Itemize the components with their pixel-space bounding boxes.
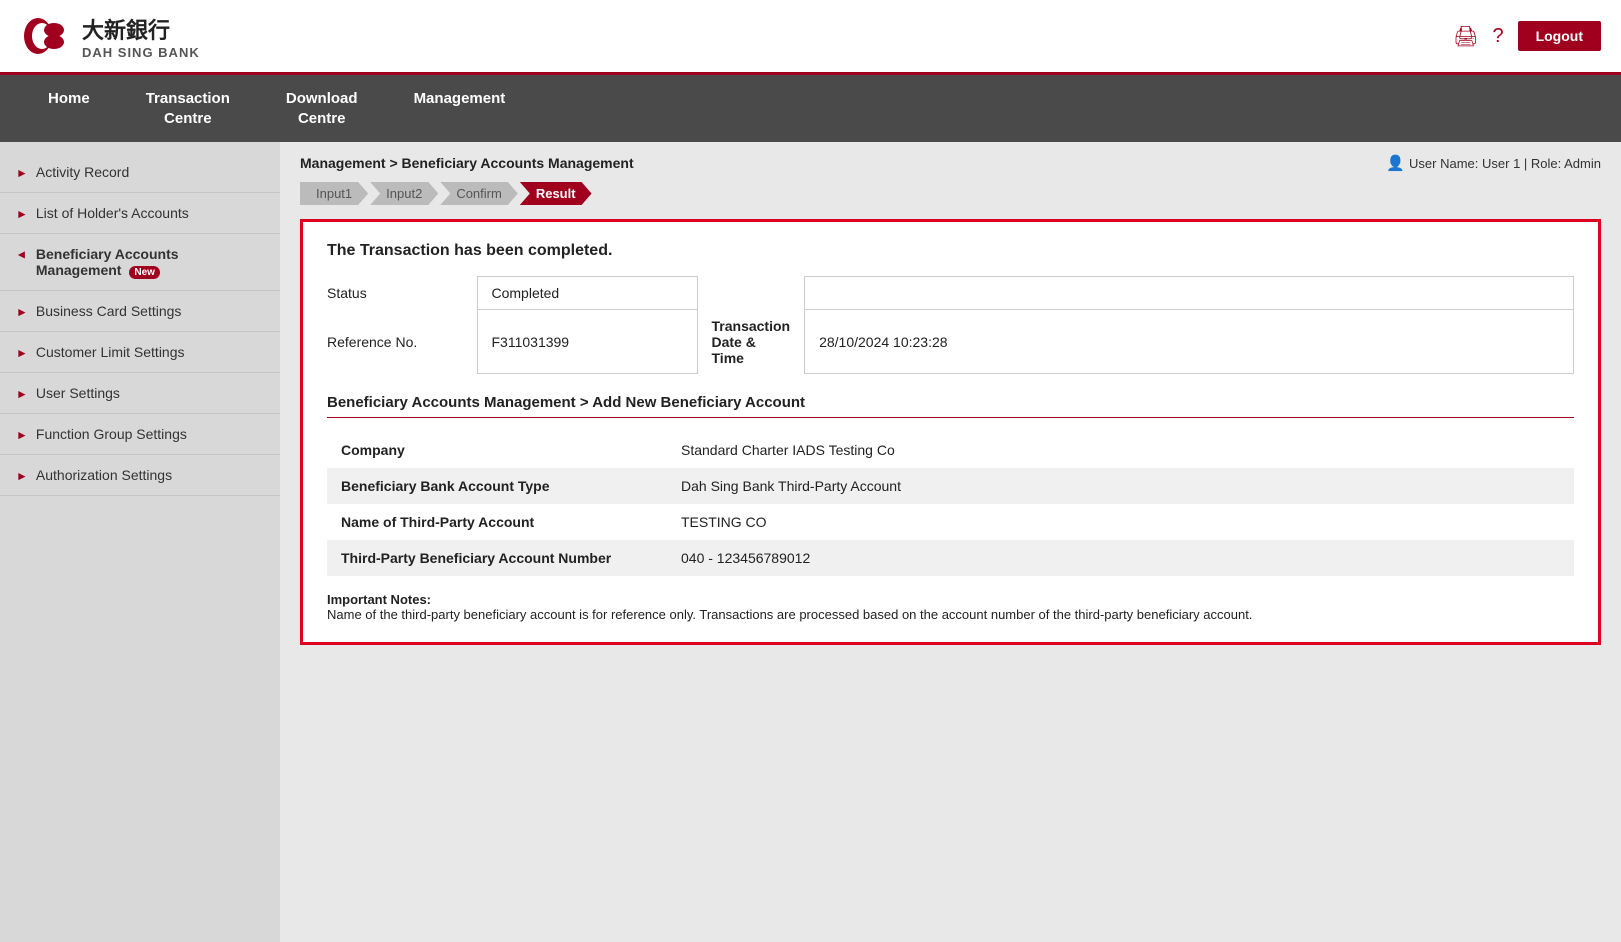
sidebar-item-customer-limit[interactable]: ► Customer Limit Settings — [0, 332, 280, 373]
top-header: 大新銀行 DAH SING BANK 🖨 ? Logout — [0, 0, 1621, 75]
nav-bar: Home TransactionCentre DownloadCentre Ma… — [0, 75, 1621, 142]
tx-date-value-top — [805, 277, 1574, 310]
step-input1[interactable]: Input1 — [300, 182, 368, 205]
bank-name-cn: 大新銀行 — [82, 13, 200, 45]
sidebar-label-user-settings: User Settings — [36, 385, 120, 401]
content-area: Management > Beneficiary Accounts Manage… — [280, 142, 1621, 942]
notes-title: Important Notes: — [327, 592, 431, 607]
sidebar-label-function-group: Function Group Settings — [36, 426, 187, 442]
help-icon[interactable]: ? — [1492, 25, 1503, 48]
nav-home[interactable]: Home — [20, 75, 118, 142]
notes-section: Important Notes: Name of the third-party… — [327, 592, 1574, 622]
tx-date-label: Transaction Date & Time — [697, 310, 805, 374]
arrow-icon: ► — [16, 387, 28, 401]
bank-logo-icon — [20, 10, 72, 62]
step-confirm[interactable]: Confirm — [440, 182, 518, 205]
bank-name-en: DAH SING BANK — [82, 45, 200, 60]
nav-management[interactable]: Management — [386, 75, 534, 142]
status-label: Status — [327, 277, 477, 310]
notes-text: Name of the third-party beneficiary acco… — [327, 607, 1252, 622]
sidebar-label-list-of-holder: List of Holder's Accounts — [36, 205, 189, 221]
sidebar: ► Activity Record ► List of Holder's Acc… — [0, 142, 280, 942]
sidebar-item-activity-record[interactable]: ► Activity Record — [0, 152, 280, 193]
main-layout: ► Activity Record ► List of Holder's Acc… — [0, 142, 1621, 942]
sidebar-label-beneficiary-accounts: Beneficiary Accounts Management New — [36, 246, 264, 278]
status-value: Completed — [477, 277, 697, 310]
print-icon[interactable]: 🖨 — [1453, 24, 1478, 49]
user-icon: 👤 — [1386, 154, 1405, 172]
nav-download-centre[interactable]: DownloadCentre — [258, 75, 386, 142]
sidebar-item-list-of-holder[interactable]: ► List of Holder's Accounts — [0, 193, 280, 234]
sidebar-label-activity-record: Activity Record — [36, 164, 129, 180]
header-actions: 🖨 ? Logout — [1453, 21, 1601, 51]
detail-value-account-number: 040 - 123456789012 — [667, 540, 1574, 576]
logout-button[interactable]: Logout — [1518, 21, 1601, 51]
status-table: Status Completed Reference No. F31103139… — [327, 276, 1574, 374]
sidebar-item-authorization[interactable]: ► Authorization Settings — [0, 455, 280, 496]
detail-label-account-number: Third-Party Beneficiary Account Number — [327, 540, 667, 576]
detail-value-bank-account-type: Dah Sing Bank Third-Party Account — [667, 468, 1574, 504]
table-row: Name of Third-Party Account TESTING CO — [327, 504, 1574, 540]
sidebar-item-user-settings[interactable]: ► User Settings — [0, 373, 280, 414]
content-top: Management > Beneficiary Accounts Manage… — [300, 154, 1601, 172]
user-info: 👤 User Name: User 1 | Role: Admin — [1386, 154, 1601, 172]
arrow-icon: ► — [16, 166, 28, 180]
detail-label-bank-account-type: Beneficiary Bank Account Type — [327, 468, 667, 504]
table-row: Company Standard Charter IADS Testing Co — [327, 432, 1574, 468]
detail-value-company: Standard Charter IADS Testing Co — [667, 432, 1574, 468]
arrow-icon: ► — [16, 469, 28, 483]
tx-date-value: 28/10/2024 10:23:28 — [805, 310, 1574, 374]
arrow-icon: ► — [16, 346, 28, 360]
logo-area: 大新銀行 DAH SING BANK — [20, 10, 200, 62]
detail-label-name-third-party: Name of Third-Party Account — [327, 504, 667, 540]
details-table: Company Standard Charter IADS Testing Co… — [327, 432, 1574, 576]
user-label: User Name: User 1 | Role: Admin — [1409, 156, 1601, 171]
sidebar-item-business-card[interactable]: ► Business Card Settings — [0, 291, 280, 332]
arrow-icon: ▼ — [15, 249, 29, 261]
section-title: Beneficiary Accounts Management > Add Ne… — [327, 394, 1574, 418]
nav-transaction-centre[interactable]: TransactionCentre — [118, 75, 258, 142]
steps-row: Input1 Input2 Confirm Result — [300, 182, 1601, 205]
arrow-icon: ► — [16, 428, 28, 442]
step-input2[interactable]: Input2 — [370, 182, 438, 205]
sidebar-label-authorization: Authorization Settings — [36, 467, 172, 483]
sidebar-item-function-group[interactable]: ► Function Group Settings — [0, 414, 280, 455]
breadcrumb: Management > Beneficiary Accounts Manage… — [300, 155, 634, 171]
arrow-icon: ► — [16, 207, 28, 221]
logo-text: 大新銀行 DAH SING BANK — [82, 13, 200, 60]
reference-label: Reference No. — [327, 310, 477, 374]
sidebar-item-beneficiary-accounts[interactable]: ▼ Beneficiary Accounts Management New — [0, 234, 280, 291]
detail-value-name-third-party: TESTING CO — [667, 504, 1574, 540]
reference-value: F311031399 — [477, 310, 697, 374]
main-result-card: The Transaction has been completed. Stat… — [300, 219, 1601, 645]
table-row: Third-Party Beneficiary Account Number 0… — [327, 540, 1574, 576]
sidebar-label-business-card: Business Card Settings — [36, 303, 182, 319]
table-row: Beneficiary Bank Account Type Dah Sing B… — [327, 468, 1574, 504]
new-badge: New — [129, 266, 160, 279]
completed-message: The Transaction has been completed. — [327, 242, 1574, 260]
step-result[interactable]: Result — [520, 182, 592, 205]
sidebar-label-customer-limit: Customer Limit Settings — [36, 344, 185, 360]
arrow-icon: ► — [16, 305, 28, 319]
detail-label-company: Company — [327, 432, 667, 468]
